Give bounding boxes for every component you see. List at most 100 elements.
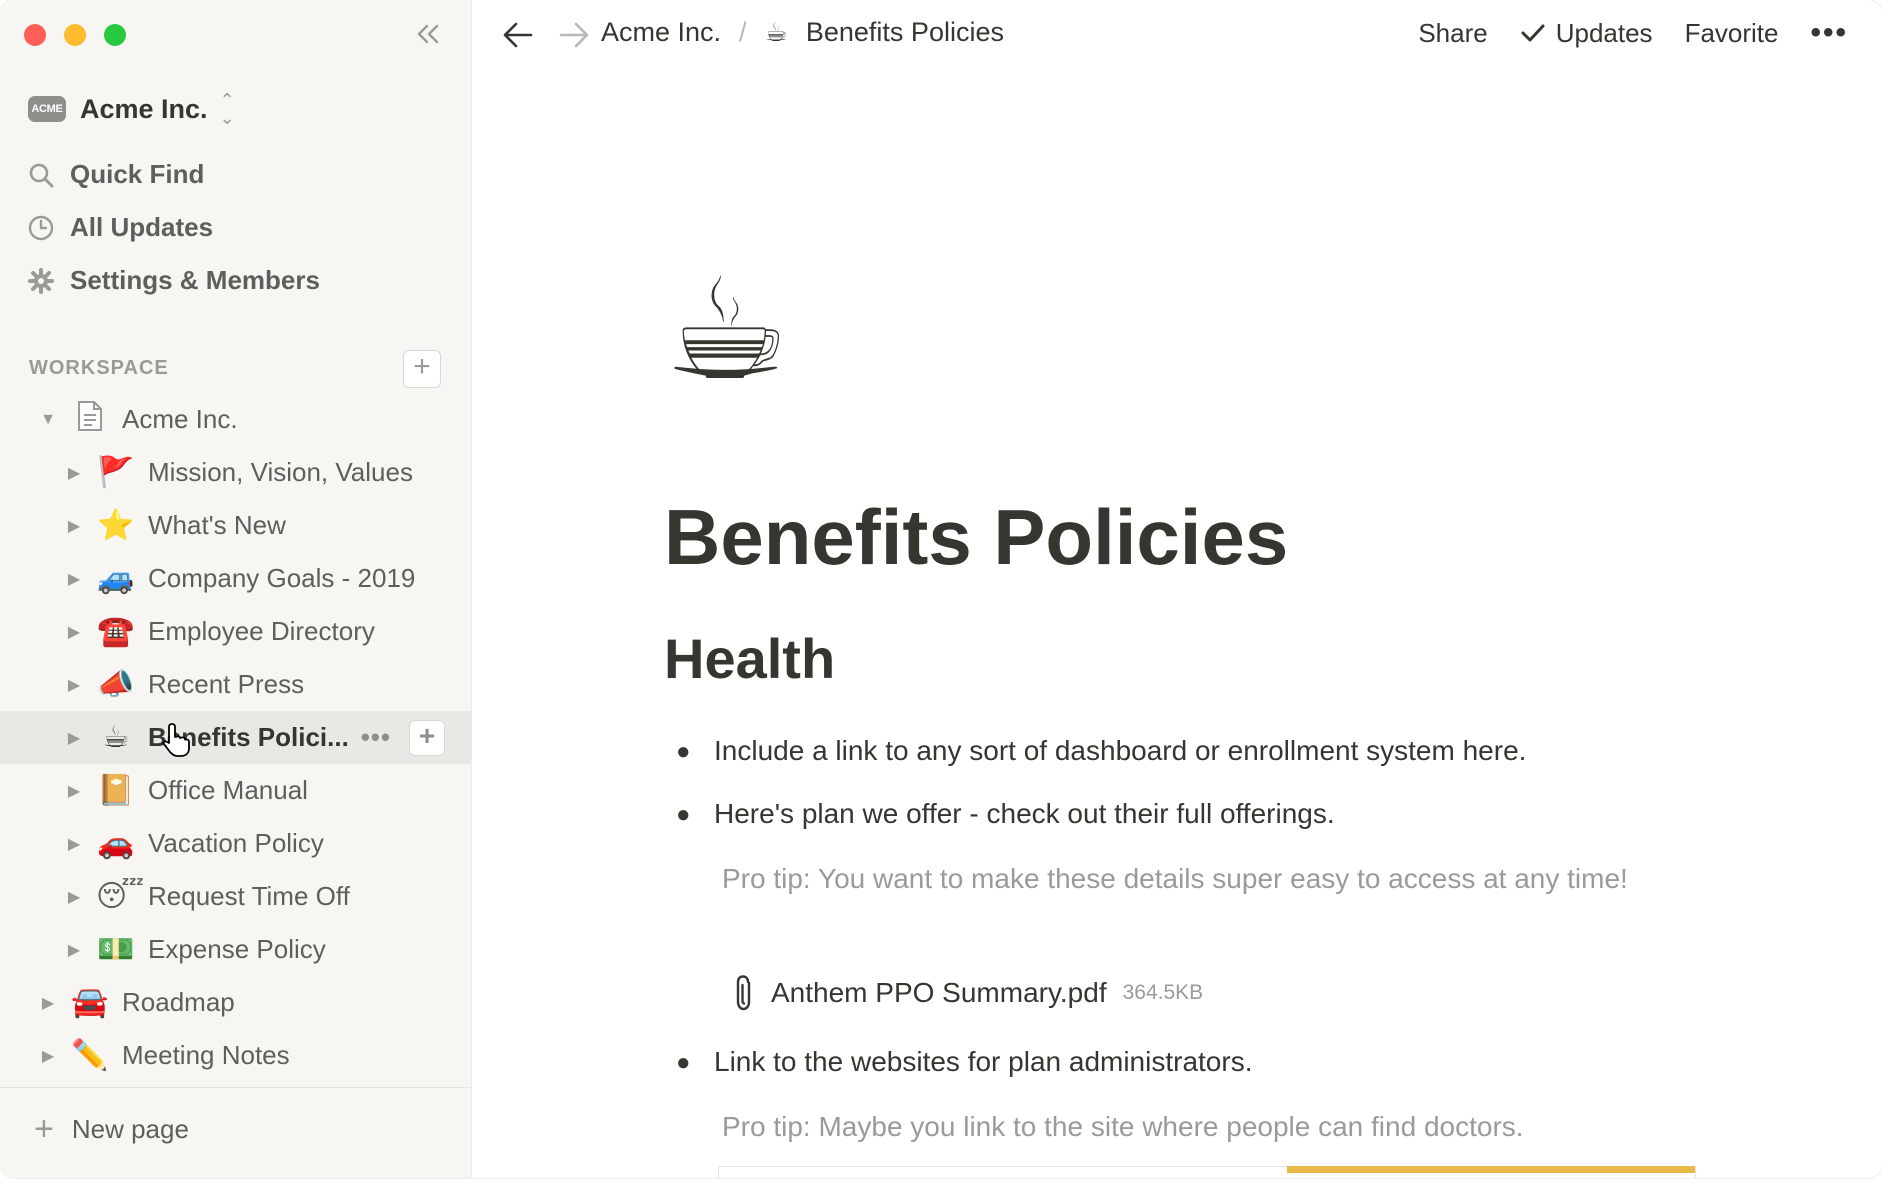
app-window: ACME Acme Inc. ⌃ ⌄ Quick Find All Updates xyxy=(0,0,1882,1178)
add-subpage-button[interactable]: + xyxy=(409,719,445,756)
minimize-window-button[interactable] xyxy=(64,24,86,46)
coffee-icon: ☕ xyxy=(764,17,788,47)
bullet-item[interactable]: ● Include a link to any sort of dashboar… xyxy=(676,735,1526,769)
row-tools: ••• + xyxy=(361,719,445,756)
tree-item-vacation-policy[interactable]: ▶ 🚗 Vacation Policy xyxy=(0,817,471,870)
page-title[interactable]: Benefits Policies xyxy=(664,492,1288,583)
tree-item-acme-inc[interactable]: ▼ Acme Inc. xyxy=(0,393,471,446)
breadcrumb: Acme Inc. / ☕ Benefits Policies xyxy=(601,17,1004,48)
triangle-right-icon[interactable]: ▶ xyxy=(64,622,84,642)
tree-item-office-manual[interactable]: ▶ 📔 Office Manual xyxy=(0,764,471,817)
top-actions: Share Updates Favorite ••• xyxy=(1418,16,1848,50)
tree-item-label: Vacation Policy xyxy=(148,828,324,858)
triangle-right-icon[interactable]: ▶ xyxy=(64,675,84,695)
bullet-dot: ● xyxy=(676,738,691,765)
tree-item-label: Expense Policy xyxy=(148,934,326,964)
history-nav xyxy=(501,18,591,52)
suv-icon: 🚙 xyxy=(97,562,135,595)
all-updates-label: All Updates xyxy=(70,212,214,242)
updates-button[interactable]: Updates xyxy=(1520,18,1653,49)
share-button[interactable]: Share xyxy=(1418,18,1487,49)
breadcrumb-current-page[interactable]: Benefits Policies xyxy=(806,17,1004,48)
page-icon-coffee[interactable]: ☕ xyxy=(664,260,790,400)
new-page-label: New page xyxy=(71,1113,189,1144)
car-icon: 🚘 xyxy=(71,986,109,1019)
tree-item-expense-policy[interactable]: ▶ 💵 Expense Policy xyxy=(0,923,471,976)
triangle-down-icon[interactable]: ▼ xyxy=(38,411,58,429)
more-options-icon[interactable]: ••• xyxy=(361,722,391,753)
car-icon: 🚗 xyxy=(97,827,135,860)
tree-item-label: Roadmap xyxy=(122,987,235,1017)
quick-find-label: Quick Find xyxy=(70,159,205,189)
close-window-button[interactable] xyxy=(24,24,46,46)
file-attachment[interactable]: Anthem PPO Summary.pdf 364.5KB xyxy=(729,973,1203,1013)
breadcrumb-workspace[interactable]: Acme Inc. xyxy=(601,17,721,48)
workspace-switcher[interactable]: ACME Acme Inc. ⌃ ⌄ xyxy=(28,88,235,130)
all-updates-button[interactable]: All Updates xyxy=(28,201,448,254)
triangle-right-icon[interactable]: ▶ xyxy=(64,516,84,536)
clock-icon xyxy=(28,215,54,240)
settings-members-button[interactable]: Settings & Members xyxy=(28,254,448,307)
window-controls xyxy=(24,24,126,46)
pencil-icon: ✏️ xyxy=(71,1039,109,1072)
triangle-right-icon[interactable]: ▶ xyxy=(64,940,84,960)
tree-item-meeting-notes[interactable]: ▶ ✏️ Meeting Notes xyxy=(0,1029,471,1082)
triangle-right-icon[interactable]: ▶ xyxy=(64,887,84,907)
workspace-logo: ACME xyxy=(28,96,66,122)
triangle-right-icon[interactable]: ▶ xyxy=(38,993,58,1013)
more-options-icon[interactable]: ••• xyxy=(1810,16,1848,50)
tree-item-mission-vision-values[interactable]: ▶ 🚩 Mission, Vision, Values xyxy=(0,446,471,499)
tree-item-label: Office Manual xyxy=(148,775,308,805)
tree-item-label: Meeting Notes xyxy=(122,1040,290,1070)
page-content: ☕ Benefits Policies Health ● Include a l… xyxy=(471,70,1882,1178)
bookmark-card[interactable] xyxy=(718,1166,1696,1178)
tree-item-whats-new[interactable]: ▶ ⭐ What's New xyxy=(0,499,471,552)
tree-item-label: Employee Directory xyxy=(148,616,375,646)
tree-item-roadmap[interactable]: ▶ 🚘 Roadmap xyxy=(0,976,471,1029)
bullet-dot: ● xyxy=(676,1049,691,1076)
triangle-right-icon[interactable]: ▶ xyxy=(38,1046,58,1066)
collapse-sidebar-button[interactable] xyxy=(410,16,446,52)
file-name: Anthem PPO Summary.pdf xyxy=(771,977,1107,1008)
triangle-right-icon[interactable]: ▶ xyxy=(64,834,84,854)
mouse-pointer-icon xyxy=(162,723,190,757)
triangle-right-icon[interactable]: ▶ xyxy=(64,781,84,801)
tree-item-label: Mission, Vision, Values xyxy=(148,457,413,487)
favorite-button[interactable]: Favorite xyxy=(1685,18,1779,49)
telephone-icon: ☎️ xyxy=(97,615,135,648)
zoom-window-button[interactable] xyxy=(104,24,126,46)
bullet-item[interactable]: ● Link to the websites for plan administ… xyxy=(676,1046,1252,1080)
pro-tip-text[interactable]: Pro tip: You want to make these details … xyxy=(722,856,1662,902)
workspace-name: Acme Inc. xyxy=(80,93,208,124)
tree-item-label: Request Time Off xyxy=(148,881,350,911)
star-icon: ⭐ xyxy=(97,509,135,542)
new-page-button[interactable]: + New page xyxy=(34,1112,189,1146)
back-arrow-icon[interactable] xyxy=(501,18,535,52)
triangle-right-icon[interactable]: ▶ xyxy=(64,569,84,589)
tree-item-employee-directory[interactable]: ▶ ☎️ Employee Directory xyxy=(0,605,471,658)
page-doc-icon xyxy=(70,400,110,440)
sidebar: ACME Acme Inc. ⌃ ⌄ Quick Find All Updates xyxy=(0,0,472,1178)
triangle-right-icon[interactable]: ▶ xyxy=(64,463,84,483)
bookmark-thumbnail xyxy=(1287,1166,1695,1173)
tree-item-label: What's New xyxy=(148,510,286,540)
quick-find-button[interactable]: Quick Find xyxy=(28,148,448,201)
bullet-item[interactable]: ● Here's plan we offer - check out their… xyxy=(676,798,1335,832)
tree-item-request-time-off[interactable]: ▶ 😴 Request Time Off xyxy=(0,870,471,923)
notebook-icon: 📔 xyxy=(97,774,135,807)
tree-item-recent-press[interactable]: ▶ 📣 Recent Press xyxy=(0,658,471,711)
money-icon: 💵 xyxy=(97,933,135,966)
workspace-section-label: WORKSPACE xyxy=(29,357,169,379)
forward-arrow-icon[interactable] xyxy=(557,18,591,52)
add-page-button[interactable]: + xyxy=(403,350,441,388)
tree-item-company-goals[interactable]: ▶ 🚙 Company Goals - 2019 xyxy=(0,552,471,605)
tree-item-label: Company Goals - 2019 xyxy=(148,563,416,593)
triangle-right-icon[interactable]: ▶ xyxy=(64,728,84,748)
tree-item-label: Recent Press xyxy=(148,669,305,699)
pro-tip-text[interactable]: Pro tip: Maybe you link to the site wher… xyxy=(722,1104,1662,1150)
tree-item-benefits-policies[interactable]: ▶ ☕ Benefits Polici... ••• + xyxy=(0,711,471,764)
sidebar-divider xyxy=(0,1087,471,1088)
bullet-text: Here's plan we offer - check out their f… xyxy=(714,798,1335,829)
heading-health[interactable]: Health xyxy=(664,626,835,691)
double-chevron-left-icon xyxy=(417,24,439,44)
